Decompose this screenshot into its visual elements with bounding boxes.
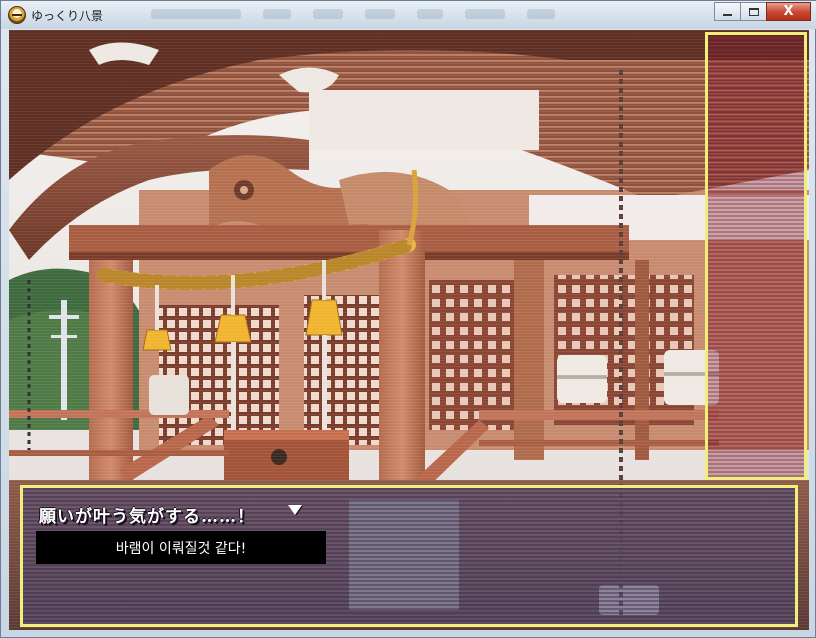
- side-panel-frame: [705, 32, 807, 480]
- minimize-button[interactable]: [714, 2, 741, 21]
- close-icon: X: [783, 4, 794, 19]
- game-window: ゆっくり八景 X 願いが叶う気がする……！ 바램이 이뤄질것 같다!: [0, 0, 816, 638]
- maximize-icon: [748, 7, 759, 16]
- close-button[interactable]: X: [766, 2, 811, 21]
- background-menu-ghost: [151, 9, 555, 23]
- maximize-button[interactable]: [740, 2, 767, 21]
- minimize-icon: [723, 13, 732, 16]
- game-screen[interactable]: 願いが叶う気がする……！ 바램이 이뤄질것 같다!: [9, 30, 809, 630]
- yukkuri-face-icon: [8, 6, 26, 24]
- message-window[interactable]: 願いが叶う気がする……！ 바램이 이뤄질것 같다!: [20, 485, 798, 627]
- window-controls: X: [714, 2, 811, 21]
- dialogue-text: 願いが叶う気がする……！: [39, 507, 255, 527]
- translation-box: 바램이 이뤄질것 같다!: [36, 531, 326, 564]
- triangle-down-icon[interactable]: [288, 505, 302, 515]
- window-title: ゆっくり八景: [31, 9, 104, 23]
- title-bar[interactable]: ゆっくり八景 X: [1, 1, 816, 29]
- translation-text: 바램이 이뤄질것 같다!: [115, 540, 247, 557]
